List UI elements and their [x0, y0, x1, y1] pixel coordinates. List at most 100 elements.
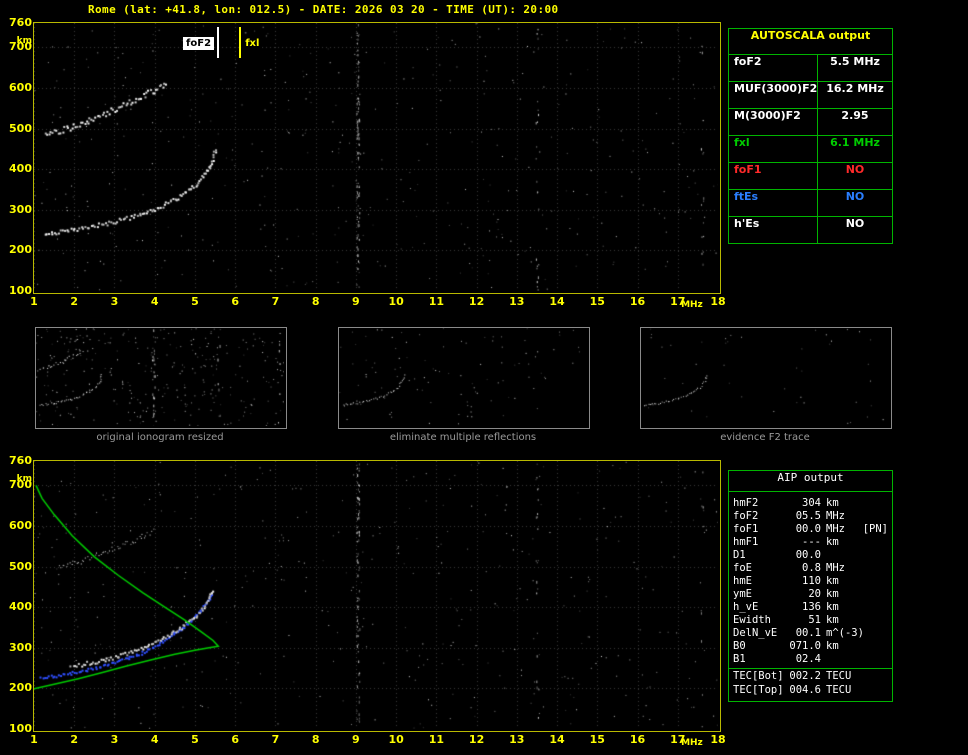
aip-row: hmE 110 km [729, 575, 892, 588]
x-tick-label: 7 [271, 295, 280, 308]
aip-param-unit: TECU [826, 684, 852, 696]
aip-row: ymE 20 km [729, 588, 892, 601]
x-tick-label: 6 [231, 295, 239, 308]
aip-param-value: 304 [802, 497, 821, 509]
y-tick-label: 760 [9, 16, 32, 29]
x-tick-label: 18 [710, 295, 726, 308]
y-tick-label: 300 [9, 202, 32, 216]
x-tick-label: 16 [629, 733, 646, 746]
x-tick-label: 1 [30, 733, 38, 746]
aip-param-label: foF1 [733, 523, 759, 535]
x-tick-label: 13 [509, 733, 525, 746]
autoscala-row: ftEs NO [729, 190, 892, 217]
x-tick-label: 1 [30, 295, 38, 308]
y-tick-label: 600 [9, 518, 32, 532]
x-tick-label: 2 [70, 295, 79, 308]
autoscala-param-value: 2.95 [841, 109, 869, 122]
aip-param-label: DelN_vE [733, 627, 778, 639]
aip-table-title: AIP output [729, 471, 892, 492]
autoscala-row: foF1 NO [729, 163, 892, 190]
aip-row: hmF2 304 km [729, 497, 892, 510]
aip-param-unit: km [826, 536, 839, 548]
aip-param-extra [860, 684, 888, 697]
aip-param-value: 05.5 [795, 510, 821, 522]
x-tick-label: 13 [509, 295, 525, 308]
x-tick-label: 11 [428, 295, 444, 308]
y-tick-label: 500 [9, 559, 32, 573]
x-tick-label: 14 [549, 295, 565, 308]
aip-row: DelN_vE 00.1 m^(-3) [729, 627, 892, 640]
x-tick-label: 9 [352, 295, 360, 308]
autoscala-table-rows: foF2 5.5 MHz MUF(3000)F2 16.2 MHz M(3000)F2 2… [729, 55, 892, 243]
aip-param-unit: km [826, 614, 839, 626]
autoscala-param-label: foF1 [729, 163, 818, 189]
autoscala-param-label: ftEs [729, 190, 818, 216]
x-tick-label: 17 [670, 733, 686, 746]
aip-param-value: --- [802, 536, 821, 548]
aip-param-value: 0.8 [802, 562, 821, 574]
aip-param-label: TEC[Bot] [733, 670, 784, 682]
x-tick-label: 9 [352, 733, 360, 746]
aip-param-value: 110 [802, 575, 821, 587]
aip-row: hmF1 --- km [729, 536, 892, 549]
aip-param-unit: MHz [826, 562, 845, 574]
autoscala-param-value: NO [845, 190, 865, 203]
x-tick-label: 2 [70, 733, 79, 746]
aip-param-unit: MHz [826, 523, 845, 535]
thumbnail-original-ionogram [35, 327, 287, 429]
aip-param-value: 02.4 [795, 653, 821, 665]
aip-param-extra [860, 670, 888, 684]
aip-param-extra [860, 653, 888, 666]
x-tick-label: 5 [191, 295, 199, 308]
aip-output-table: AIP output hmF2 304 km foF2 05.5 MHz foF1 00.0 M… [728, 470, 893, 702]
aip-param-label: D1 [733, 549, 746, 561]
y-axis-unit: km [16, 36, 32, 46]
aip-param-label: Ewidth [733, 614, 771, 626]
autoscala-row: M(3000)F2 2.95 [729, 109, 892, 136]
aip-param-unit: TECU [826, 670, 852, 682]
y-tick-label: 700 [9, 478, 32, 492]
aip-param-extra [860, 575, 888, 588]
aip-param-extra [860, 601, 888, 614]
autoscala-row: h'Es NO [729, 217, 892, 243]
thumbnail-original-canvas [36, 328, 284, 426]
x-tick-label: 18 [710, 733, 726, 746]
thumbnail-caption-f2-trace: evidence F2 trace [720, 432, 810, 443]
autoscala-param-label: foF2 [729, 55, 818, 81]
x-tick-label: 14 [549, 733, 565, 746]
aip-param-value: 136 [802, 601, 821, 613]
x-tick-label: 6 [231, 733, 239, 746]
autoscala-output-table: AUTOSCALA output foF2 5.5 MHz MUF(3000)F2 1… [728, 28, 893, 244]
autoscala-row: MUF(3000)F2 16.2 MHz [729, 82, 892, 109]
x-tick-label: 8 [311, 295, 320, 308]
aip-param-unit: km [826, 601, 839, 613]
ionogram-recorded-panel [33, 22, 721, 294]
thumbnail-caption-original: original ionogram resized [96, 432, 224, 443]
x-tick-label: 4 [150, 733, 159, 746]
aip-param-extra [860, 588, 888, 601]
ionogram-recorded-canvas [34, 23, 718, 291]
aip-param-unit: km [826, 588, 839, 600]
aip-param-unit: m^(-3) [826, 627, 864, 639]
aip-param-label: hmF2 [733, 497, 759, 509]
aip-row: foF2 05.5 MHz [729, 510, 892, 523]
aip-param-label: ymE [733, 588, 752, 600]
thumbnail-no-multiples-canvas [339, 328, 587, 426]
aip-param-label: foE [733, 562, 752, 574]
y-axis-unit: km [16, 474, 32, 484]
page-title: Rome (lat: +41.8, lon: 012.5) - DATE: 20… [88, 3, 559, 16]
aip-param-unit: km [826, 575, 839, 587]
aip-param-extra [860, 549, 888, 562]
aip-table-rows: hmF2 304 km foF2 05.5 MHz foF1 00.0 MHz [PN] hmF1 -… [729, 497, 892, 697]
x-tick-label: 15 [589, 733, 605, 746]
aip-param-value: 51 [808, 614, 821, 626]
aip-row: B0 071.0 km [729, 640, 892, 653]
y-tick-label: 400 [9, 600, 32, 614]
aip-param-value: 002.2 [789, 670, 821, 682]
aip-param-value: 20 [808, 588, 821, 600]
aip-param-label: foF2 [733, 510, 759, 522]
ionogram-profile-canvas [34, 461, 718, 729]
x-tick-label: 10 [388, 733, 404, 746]
aip-param-unit [821, 549, 860, 562]
aip-param-unit: km [826, 640, 839, 652]
